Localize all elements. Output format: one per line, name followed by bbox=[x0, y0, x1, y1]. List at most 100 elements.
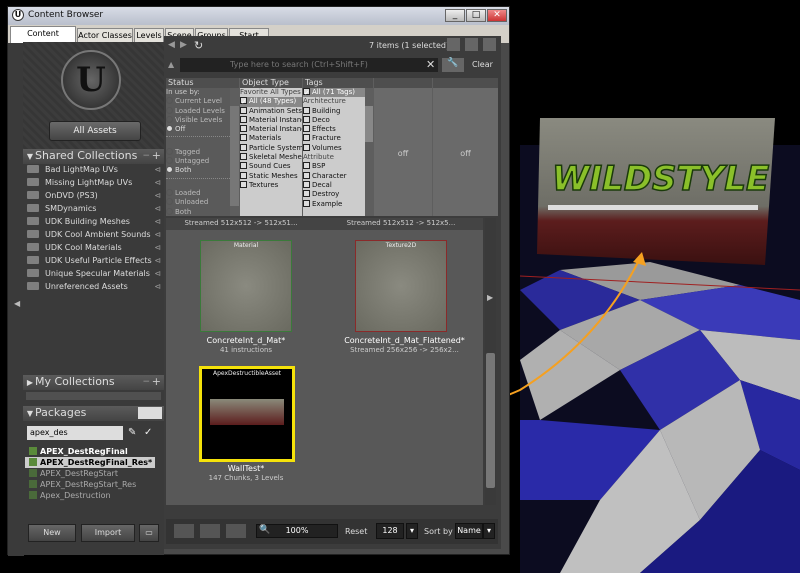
collection-item[interactable]: Bad LightMap UVs ⊲ bbox=[27, 164, 163, 176]
radio-option[interactable]: Visible Levels bbox=[166, 115, 230, 125]
radio-option[interactable]: Both bbox=[166, 207, 230, 216]
checkbox-option[interactable]: ✓ All (71 Tags) bbox=[303, 88, 365, 98]
import-button[interactable]: Import bbox=[81, 524, 135, 542]
large-thumbs-icon[interactable] bbox=[226, 524, 246, 538]
checkbox-option[interactable]: Textures bbox=[240, 180, 302, 190]
checkbox-option[interactable]: Fracture bbox=[303, 134, 365, 143]
collection-item[interactable]: Unique Specular Materials ⊲ bbox=[27, 268, 163, 280]
search-input[interactable]: Type here to search (Ctrl+Shift+F) bbox=[180, 58, 438, 72]
collapse-right-icon[interactable]: ▶ bbox=[487, 293, 493, 302]
clear-search-icon[interactable]: ✕ bbox=[426, 58, 435, 71]
grid-view-icon[interactable] bbox=[447, 38, 460, 51]
radio-option[interactable]: Tagged bbox=[166, 147, 230, 157]
package-item-selected[interactable]: APEX_DestRegFinal_Res* bbox=[25, 457, 155, 468]
forward-arrow-icon[interactable]: ▶ bbox=[180, 40, 187, 50]
package-item[interactable]: APEX_DestRegFinal bbox=[29, 446, 159, 457]
reset-button[interactable]: Reset bbox=[345, 527, 367, 536]
thumbnail-size-dropdown[interactable]: 128 bbox=[376, 523, 404, 539]
maximize-button[interactable]: □ bbox=[466, 9, 486, 22]
collection-item[interactable]: Unreferenced Assets ⊲ bbox=[27, 281, 163, 293]
search-options-button[interactable]: 🔧 bbox=[442, 58, 464, 72]
asset-thumbnail-texture[interactable]: Texture2D bbox=[355, 240, 447, 332]
checkbox-option[interactable]: Building bbox=[303, 106, 365, 116]
split-view-icon[interactable] bbox=[465, 38, 478, 51]
checkbox-option[interactable]: Destroy bbox=[303, 190, 365, 199]
my-collections-header[interactable]: ▶ My Collections − + bbox=[23, 375, 164, 390]
pencil-icon[interactable]: ✎ bbox=[128, 427, 136, 438]
checkbox-option[interactable]: Static Meshes bbox=[240, 171, 302, 181]
shared-collections-header[interactable]: ▼ Shared Collections − + bbox=[23, 149, 164, 164]
tags-scrollbar[interactable] bbox=[365, 106, 373, 142]
collection-item[interactable]: OnDVD (PS3) ⊲ bbox=[27, 190, 163, 202]
package-filter-input[interactable]: apex_des bbox=[27, 426, 123, 440]
small-thumbs-icon[interactable] bbox=[174, 524, 194, 538]
add-collection-icon[interactable]: + bbox=[152, 149, 161, 163]
checkbox-option[interactable]: Particle Systems bbox=[240, 143, 302, 153]
chevron-down-icon[interactable]: ▾ bbox=[483, 523, 495, 539]
asset-thumbnail-destructible-selected[interactable]: ApexDestructibleAsset bbox=[199, 366, 295, 462]
collection-item[interactable]: UDK Cool Ambient Sounds ⊲ bbox=[27, 229, 163, 241]
radio-option[interactable]: Current Level bbox=[166, 97, 230, 106]
checkbox-option[interactable]: BSP bbox=[303, 162, 365, 171]
tab-content-browser[interactable]: Content Browser bbox=[10, 26, 76, 51]
close-button[interactable]: ✕ bbox=[487, 9, 507, 22]
open-folder-button[interactable]: ▭ bbox=[139, 524, 159, 542]
new-button[interactable]: New bbox=[28, 524, 76, 542]
collection-item[interactable]: UDK Building Meshes ⊲ bbox=[27, 216, 163, 228]
add-collection-icon[interactable]: + bbox=[152, 375, 161, 389]
folder-icon bbox=[27, 256, 39, 264]
status-scrollbar[interactable] bbox=[230, 106, 239, 206]
radio-option[interactable]: Untagged bbox=[166, 157, 230, 166]
collection-item[interactable]: Missing LightMap UVs ⊲ bbox=[27, 177, 163, 189]
checkbox-option[interactable]: Animation Sets bbox=[240, 106, 302, 116]
remove-collection-icon[interactable]: − bbox=[142, 375, 150, 389]
checkbox-option[interactable]: Volumes bbox=[303, 143, 365, 153]
collection-item[interactable]: UDK Useful Particle Effects ⊲ bbox=[27, 255, 163, 267]
sort-dropdown[interactable]: Name bbox=[455, 523, 483, 539]
clear-button[interactable]: Clear bbox=[472, 60, 493, 69]
scrollbar-thumb[interactable] bbox=[486, 353, 495, 488]
collection-item[interactable]: SMDynamics ⊲ bbox=[27, 203, 163, 215]
checkbox-option[interactable]: Deco bbox=[303, 115, 365, 125]
title-bar[interactable]: U Content Browser _ □ ✕ bbox=[8, 7, 509, 25]
collection-item[interactable]: UDK Cool Materials ⊲ bbox=[27, 242, 163, 254]
collapse-left-icon[interactable]: ◀ bbox=[14, 299, 20, 308]
minimize-button[interactable]: _ bbox=[445, 9, 465, 22]
chevron-down-icon[interactable]: ▾ bbox=[406, 523, 418, 539]
zoom-slider[interactable]: 🔍 100% bbox=[256, 524, 338, 538]
checkbox-option[interactable]: ✓ All (48 Types) bbox=[240, 97, 302, 107]
shared-icon: ⊲ bbox=[154, 269, 161, 278]
medium-thumbs-icon[interactable] bbox=[200, 524, 220, 538]
collapse-filters-icon[interactable]: ▲ bbox=[168, 60, 174, 69]
checkbox-option[interactable]: Sound Cues bbox=[240, 162, 302, 171]
back-arrow-icon[interactable]: ◀ bbox=[168, 40, 175, 50]
refresh-icon[interactable]: ↻ bbox=[194, 39, 203, 52]
asset-grid-scrollbar[interactable] bbox=[485, 218, 496, 505]
package-item[interactable]: Apex_Destruction bbox=[29, 490, 159, 501]
all-assets-button[interactable]: All Assets bbox=[49, 121, 141, 141]
package-item[interactable]: APEX_DestRegStart_Res bbox=[29, 479, 159, 490]
tab-actor-classes[interactable]: Actor Classes bbox=[77, 28, 133, 43]
checkbox-option[interactable]: Materials bbox=[240, 134, 302, 143]
tab-levels[interactable]: Levels bbox=[134, 28, 164, 43]
view-mode-icon[interactable] bbox=[138, 407, 162, 419]
radio-option[interactable]: Loaded bbox=[166, 188, 230, 198]
checkmark-icon[interactable]: ✓ bbox=[144, 427, 152, 438]
checkbox-option[interactable]: Skeletal Meshes bbox=[240, 153, 302, 162]
checkbox-option[interactable]: Effects bbox=[303, 125, 365, 134]
package-item[interactable]: APEX_DestRegStart bbox=[29, 468, 159, 479]
packages-header[interactable]: ▼ Packages bbox=[23, 406, 164, 421]
checkbox-option[interactable]: Character bbox=[303, 171, 365, 181]
list-view-icon[interactable] bbox=[483, 38, 496, 51]
asset-thumbnail-material[interactable]: Material bbox=[200, 240, 292, 332]
asset-grid[interactable]: Streamed 512x512 -> 512x51... Streamed 5… bbox=[166, 218, 483, 505]
checkbox-option[interactable]: Material Instances bbox=[240, 115, 302, 125]
checkbox-option[interactable]: Material Instances bbox=[240, 125, 302, 134]
radio-option[interactable]: Loaded Levels bbox=[166, 106, 230, 116]
radio-option[interactable]: Off bbox=[166, 125, 230, 134]
radio-option[interactable]: Unloaded bbox=[166, 198, 230, 207]
checkbox-option[interactable]: Example bbox=[303, 199, 365, 209]
checkbox-option[interactable]: Decal bbox=[303, 180, 365, 190]
radio-option[interactable]: Both bbox=[166, 166, 230, 175]
remove-collection-icon[interactable]: − bbox=[142, 149, 150, 163]
